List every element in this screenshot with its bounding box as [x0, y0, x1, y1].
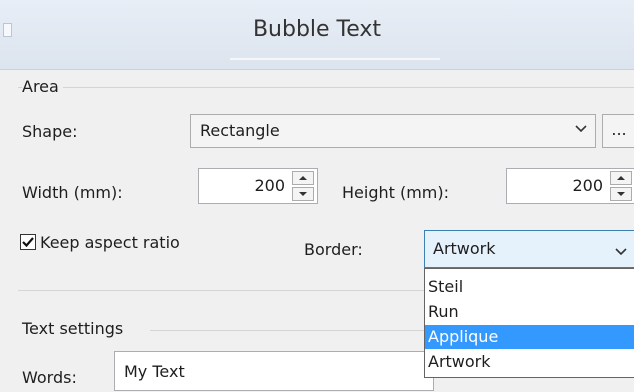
shape-label: Shape:: [22, 122, 78, 141]
width-stepper[interactable]: 200: [198, 168, 318, 204]
keep-aspect-label[interactable]: Keep aspect ratio: [40, 233, 180, 252]
width-increment-button[interactable]: [292, 171, 314, 185]
keep-aspect-checkbox[interactable]: [20, 234, 36, 250]
words-input[interactable]: My Text: [114, 351, 434, 391]
border-option-applique[interactable]: Applique: [425, 325, 634, 349]
chevron-down-icon: [615, 243, 627, 262]
window-title: Bubble Text: [252, 17, 382, 42]
words-value: My Text: [124, 362, 185, 381]
height-stepper[interactable]: 200: [506, 168, 634, 204]
border-label: Border:: [304, 240, 363, 259]
area-group-label: Area: [22, 77, 63, 96]
text-settings-group-line: [18, 290, 424, 291]
border-value: Artwork: [433, 239, 496, 258]
title-bar: Bubble Text: [0, 0, 634, 70]
border-option-run[interactable]: Run: [425, 300, 634, 324]
shape-more-button[interactable]: ...: [602, 114, 634, 148]
chevron-down-icon: [575, 123, 587, 135]
border-dropdown[interactable]: Artwork: [424, 230, 634, 268]
width-decrement-button[interactable]: [292, 187, 314, 201]
border-option-steil[interactable]: Steil: [425, 275, 634, 299]
width-value: 200: [254, 176, 285, 195]
border-dropdown-list: Steil Run Applique Artwork: [424, 268, 634, 378]
height-decrement-button[interactable]: [610, 187, 632, 201]
shape-value: Rectangle: [200, 121, 280, 140]
text-settings-group-line-right: [150, 330, 424, 331]
text-settings-group-label: Text settings: [22, 319, 128, 338]
area-group-line: [18, 87, 634, 88]
title-underline: [230, 58, 440, 60]
height-label: Height (mm):: [342, 183, 450, 202]
height-value: 200: [572, 176, 603, 195]
height-increment-button[interactable]: [610, 171, 632, 185]
words-label: Words:: [22, 368, 77, 387]
shape-dropdown[interactable]: Rectangle: [190, 114, 596, 148]
border-option-artwork[interactable]: Artwork: [425, 350, 634, 374]
width-label: Width (mm):: [22, 183, 123, 202]
